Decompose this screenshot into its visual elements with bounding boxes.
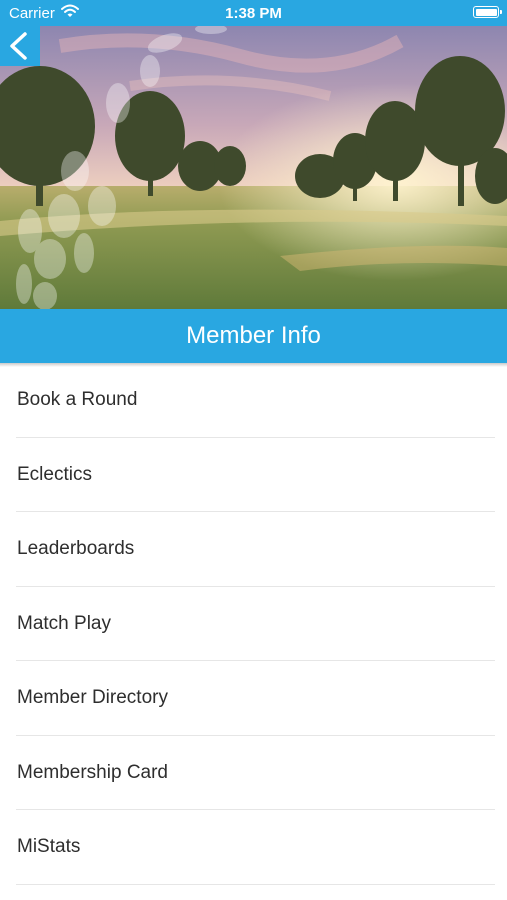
hero-image	[0, 26, 507, 309]
menu-item-mistats[interactable]: MiStats	[0, 810, 507, 885]
battery-icon	[473, 6, 502, 18]
menu-item-eclectics[interactable]: Eclectics	[0, 438, 507, 512]
menu-item-label: Match Play	[17, 612, 111, 634]
status-bar: Carrier 1:38 PM	[0, 0, 507, 26]
menu-item-label: Book a Round	[17, 389, 138, 410]
menu-item-label: Member Directory	[17, 687, 168, 708]
menu-item-book-a-round[interactable]: Book a Round	[0, 363, 507, 438]
page-title: Member Info	[0, 309, 507, 363]
divider	[16, 883, 495, 885]
back-button[interactable]	[0, 26, 40, 66]
chevron-left-icon	[10, 32, 27, 60]
status-time: 1:38 PM	[225, 5, 282, 22]
menu-item-label: Eclectics	[17, 463, 92, 485]
menu-item-member-directory[interactable]: Member Directory	[0, 661, 507, 736]
menu-item-label: Leaderboards	[17, 538, 135, 559]
menu-item-membership-card[interactable]: Membership Card	[0, 736, 507, 810]
member-menu-list: Book a Round Eclectics Leaderboards Matc…	[0, 363, 507, 885]
menu-item-leaderboards[interactable]: Leaderboards	[0, 512, 507, 587]
menu-item-label: Membership Card	[17, 761, 168, 783]
menu-item-match-play[interactable]: Match Play	[0, 587, 507, 661]
menu-item-label: MiStats	[17, 836, 81, 857]
